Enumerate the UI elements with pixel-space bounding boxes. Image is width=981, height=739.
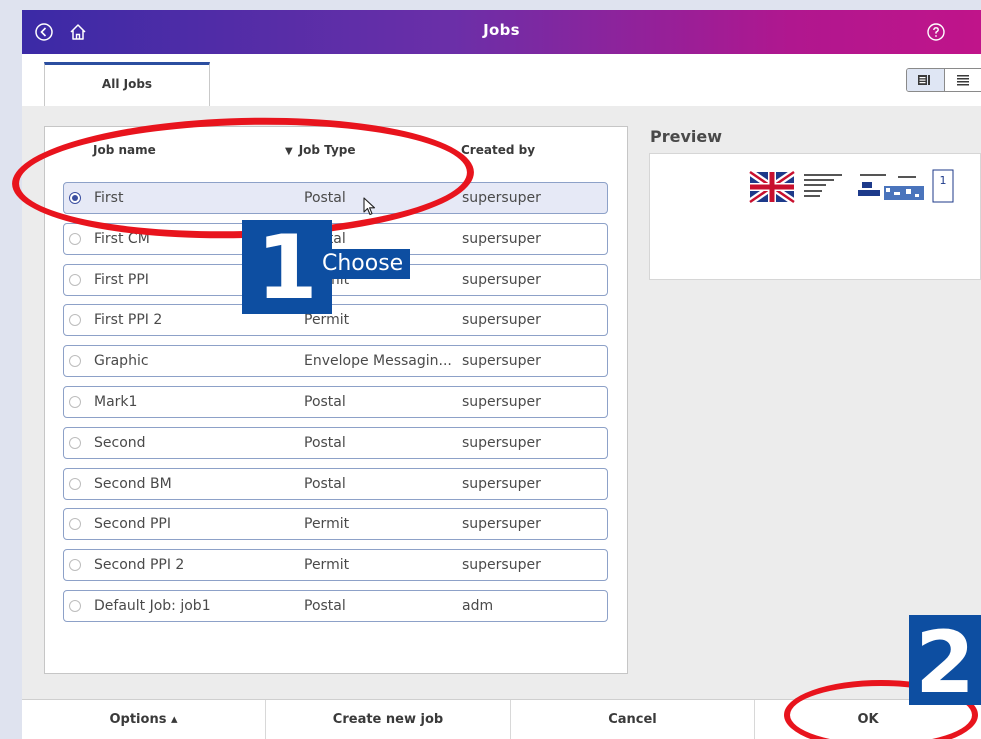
page-title: Jobs — [483, 21, 520, 39]
created-by-cell: supersuper — [462, 435, 541, 451]
created-by-cell: supersuper — [462, 312, 541, 328]
tab-all-jobs[interactable]: All Jobs — [44, 62, 210, 106]
created-by-cell: supersuper — [462, 476, 541, 492]
job-name-cell: Graphic — [94, 353, 149, 369]
job-type-cell: Permit — [304, 312, 350, 328]
job-radio-button[interactable] — [69, 437, 81, 449]
created-by-cell: supersuper — [462, 353, 541, 369]
created-by-cell: supersuper — [462, 394, 541, 410]
card-view-icon[interactable] — [907, 69, 945, 91]
title-bar: Jobs — [22, 10, 981, 54]
job-name-cell: Second PPI 2 — [94, 557, 185, 573]
help-icon[interactable] — [926, 22, 946, 42]
job-radio-button[interactable] — [69, 233, 81, 245]
cancel-button[interactable]: Cancel — [511, 700, 755, 739]
created-by-cell: supersuper — [462, 190, 541, 206]
created-by-cell: supersuper — [462, 557, 541, 573]
job-radio-button[interactable] — [69, 355, 81, 367]
job-name-cell: Second — [94, 435, 146, 451]
svg-text:1: 1 — [940, 174, 947, 187]
job-row[interactable]: Second BM Postal supersuper — [63, 468, 608, 500]
created-by-cell: supersuper — [462, 272, 541, 288]
job-row[interactable]: Second PPI Permit supersuper — [63, 508, 608, 540]
created-by-cell: adm — [462, 598, 494, 614]
job-row[interactable]: Second Postal supersuper — [63, 427, 608, 459]
step-1-label: Choose — [318, 249, 410, 279]
job-radio-button[interactable] — [69, 518, 81, 530]
created-by-cell: supersuper — [462, 231, 541, 247]
created-by-cell: supersuper — [462, 516, 541, 532]
job-row[interactable]: Default Job: job1 Postal adm — [63, 590, 608, 622]
job-radio-button[interactable] — [69, 600, 81, 612]
job-type-cell: Postal — [304, 435, 346, 451]
job-type-cell: Envelope Messagin... — [304, 353, 452, 369]
job-type-cell: Postal — [304, 476, 346, 492]
job-name-cell: Mark1 — [94, 394, 138, 410]
job-name-cell: Second PPI — [94, 516, 171, 532]
job-radio-button[interactable] — [69, 274, 81, 286]
create-new-job-button[interactable]: Create new job — [266, 700, 511, 739]
job-row[interactable]: Mark1 Postal supersuper — [63, 386, 608, 418]
preview-panel: 1 — [649, 153, 981, 280]
job-type-cell: Postal — [304, 394, 346, 410]
list-view-icon[interactable] — [946, 69, 981, 91]
job-row[interactable]: Second PPI 2 Permit supersuper — [63, 549, 608, 581]
job-type-cell: Permit — [304, 557, 350, 573]
preview-label: Preview — [650, 127, 723, 146]
job-radio-button[interactable] — [69, 314, 81, 326]
view-toggle — [906, 68, 981, 92]
job-row[interactable]: First PPI 2 Permit supersuper — [63, 304, 608, 336]
job-radio-button[interactable] — [69, 478, 81, 490]
job-type-cell: Postal — [304, 598, 346, 614]
envelope-preview-image: 1 — [748, 169, 954, 205]
step-2-badge: 2 — [909, 615, 981, 711]
job-radio-button[interactable] — [69, 396, 81, 408]
job-name-cell: Default Job: job1 — [94, 598, 211, 614]
tab-strip: All Jobs — [22, 54, 981, 106]
jobs-screen: Jobs All Jobs Job name ▼ Job Type Create… — [22, 10, 981, 739]
job-type-cell: Permit — [304, 516, 350, 532]
options-button[interactable]: Options ▴ — [22, 700, 266, 739]
job-row[interactable]: Graphic Envelope Messagin... supersuper — [63, 345, 608, 377]
job-name-cell: Second BM — [94, 476, 172, 492]
column-header-created-by[interactable]: Created by — [461, 143, 535, 157]
job-radio-button[interactable] — [69, 559, 81, 571]
